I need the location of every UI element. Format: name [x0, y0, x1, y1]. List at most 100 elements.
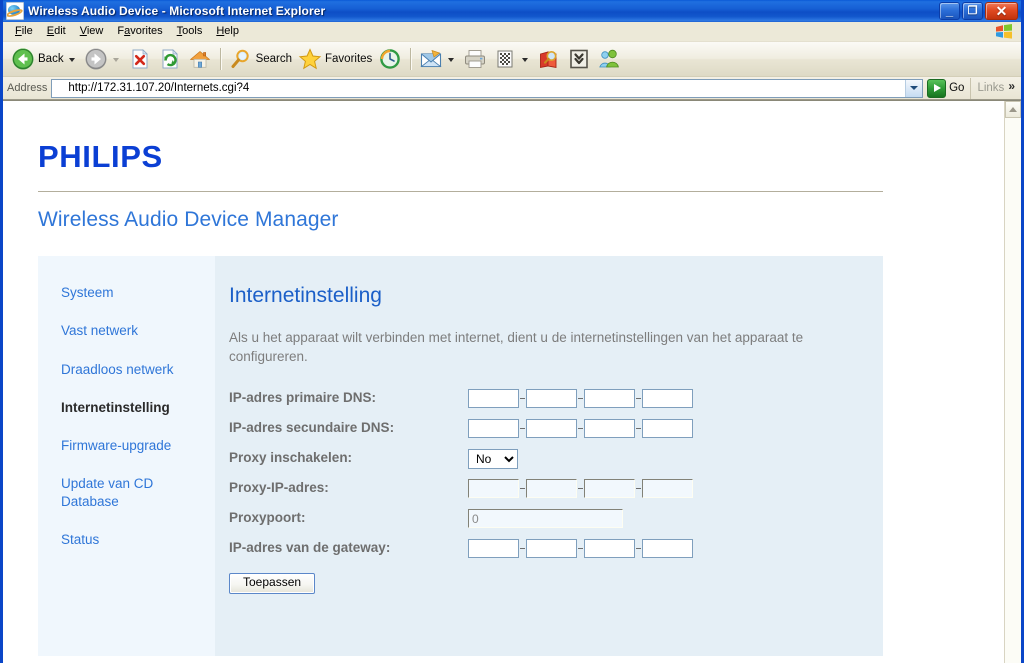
forward-arrow-icon	[85, 48, 107, 70]
messenger-button[interactable]	[594, 44, 624, 74]
scroll-up-button[interactable]	[1005, 101, 1021, 118]
close-button[interactable]: ✕	[985, 2, 1018, 20]
input-group-primary-dns	[468, 389, 693, 409]
forward-button[interactable]	[81, 44, 125, 74]
browser-toolbar: Back Search Favorites	[3, 42, 1021, 77]
research-button[interactable]	[534, 44, 564, 74]
stop-icon	[132, 49, 148, 69]
favorites-button[interactable]: Favorites	[295, 44, 375, 74]
octet-separator	[636, 488, 641, 490]
field-row-secondary-dns: IP-adres secundaire DNS:	[229, 418, 863, 439]
primary-dns-octet-1[interactable]	[468, 389, 519, 409]
sidebar-item-systeem[interactable]: Systeem	[38, 284, 215, 301]
primary-dns-octet-3[interactable]	[584, 389, 635, 409]
field-row-proxy-port: Proxypoort:	[229, 508, 863, 529]
proxy-ip-octet-3	[584, 479, 635, 499]
discuss-button[interactable]	[564, 44, 594, 74]
gateway-ip-octet-4[interactable]	[642, 539, 693, 559]
field-row-primary-dns: IP-adres primaire DNS:	[229, 388, 863, 409]
input-group-proxy-ip	[468, 479, 693, 499]
mail-button[interactable]	[416, 44, 460, 74]
search-button[interactable]: Search	[226, 44, 295, 74]
octet-separator	[520, 488, 525, 490]
back-arrow-icon	[12, 48, 34, 70]
home-button[interactable]	[185, 44, 215, 74]
secondary-dns-octet-1[interactable]	[468, 419, 519, 439]
field-row-gateway-ip: IP-adres van de gateway:	[229, 538, 863, 559]
octet-separator	[520, 548, 525, 550]
proxy-ip-octet-4	[642, 479, 693, 499]
research-book-icon	[540, 50, 557, 69]
apply-button[interactable]: Toepassen	[229, 573, 316, 594]
menu-help[interactable]: Help	[209, 24, 246, 39]
octet-separator	[520, 428, 525, 430]
stop-button[interactable]	[125, 44, 155, 74]
gateway-ip-octet-3[interactable]	[584, 539, 635, 559]
sidebar-item-update-cd-database[interactable]: Update van CD Database	[38, 475, 215, 510]
edit-button[interactable]	[490, 44, 534, 74]
search-label: Search	[255, 53, 293, 65]
chevron-up-icon	[1009, 107, 1017, 112]
minimize-button[interactable]: _	[939, 2, 960, 20]
menu-file[interactable]: File	[8, 24, 40, 39]
back-button[interactable]: Back	[8, 44, 81, 74]
edit-dropdown-icon[interactable]	[522, 58, 529, 62]
star-icon	[298, 48, 322, 70]
proxy-enable-select[interactable]: No Yes	[468, 448, 518, 469]
address-input[interactable]	[52, 79, 906, 97]
restore-button[interactable]: ❐	[962, 2, 983, 20]
web-page: PHILIPS Wireless Audio Device Manager Sy…	[3, 101, 1004, 663]
refresh-button[interactable]	[155, 44, 185, 74]
secondary-dns-octet-2[interactable]	[526, 419, 577, 439]
menu-view[interactable]: View	[73, 24, 111, 39]
gateway-ip-octet-1[interactable]	[468, 539, 519, 559]
philips-logo: PHILIPS	[38, 139, 163, 174]
sidebar-nav: Systeem Vast netwerk Draadloos netwerk I…	[38, 256, 215, 656]
page-scrollbar[interactable]	[1004, 101, 1021, 663]
gateway-ip-octet-2[interactable]	[526, 539, 577, 559]
search-icon	[231, 49, 249, 68]
restore-icon: ❐	[967, 4, 978, 17]
discuss-icon	[570, 49, 589, 69]
toolbar-separator	[219, 48, 221, 70]
mail-dropdown-icon[interactable]	[448, 58, 455, 62]
print-button[interactable]	[460, 44, 490, 74]
favorites-label: Favorites	[325, 53, 373, 65]
input-group-gateway-ip	[468, 539, 693, 559]
go-button[interactable]: Go	[923, 78, 970, 99]
sidebar-item-status[interactable]: Status	[38, 531, 215, 548]
apply-row: Toepassen	[229, 573, 863, 594]
history-button[interactable]	[375, 44, 405, 74]
primary-dns-octet-2[interactable]	[526, 389, 577, 409]
sidebar-item-firmware-upgrade[interactable]: Firmware-upgrade	[38, 437, 215, 454]
secondary-dns-octet-4[interactable]	[642, 419, 693, 439]
octet-separator	[578, 548, 583, 550]
label-proxy-port: Proxypoort:	[229, 510, 306, 526]
back-dropdown-icon[interactable]	[68, 58, 75, 62]
menu-edit[interactable]: Edit	[40, 24, 73, 39]
sidebar-item-draadloos-netwerk[interactable]: Draadloos netwerk	[38, 361, 215, 378]
sidebar-item-internetinstelling[interactable]: Internetinstelling	[38, 399, 215, 416]
address-bar: Address Go Links »	[3, 77, 1021, 100]
proxy-port-input	[468, 509, 623, 529]
window-title: Wireless Audio Device - Microsoft Intern…	[28, 4, 326, 18]
primary-dns-octet-4[interactable]	[642, 389, 693, 409]
sidebar-item-vast-netwerk[interactable]: Vast netwerk	[38, 322, 215, 339]
ie-page-icon	[6, 2, 24, 20]
secondary-dns-octet-3[interactable]	[584, 419, 635, 439]
address-dropdown-button[interactable]	[905, 79, 923, 97]
menu-bar: File Edit View Favorites Tools Help	[3, 22, 1021, 42]
address-input-wrapper[interactable]	[51, 78, 924, 98]
links-bar[interactable]: Links »	[970, 77, 1019, 99]
menu-favorites[interactable]: Favorites	[110, 24, 169, 39]
go-label: Go	[949, 82, 965, 94]
octet-separator	[578, 428, 583, 430]
scrollbar-track[interactable]	[1005, 118, 1021, 663]
octet-separator	[636, 398, 641, 400]
chevron-double-right-icon[interactable]: »	[1008, 80, 1015, 92]
content-panel: Internetinstelling Als u het apparaat wi…	[215, 256, 883, 656]
address-label: Address	[7, 82, 48, 94]
forward-dropdown-icon	[112, 58, 119, 62]
proxy-ip-octet-2	[526, 479, 577, 499]
menu-tools[interactable]: Tools	[170, 24, 210, 39]
